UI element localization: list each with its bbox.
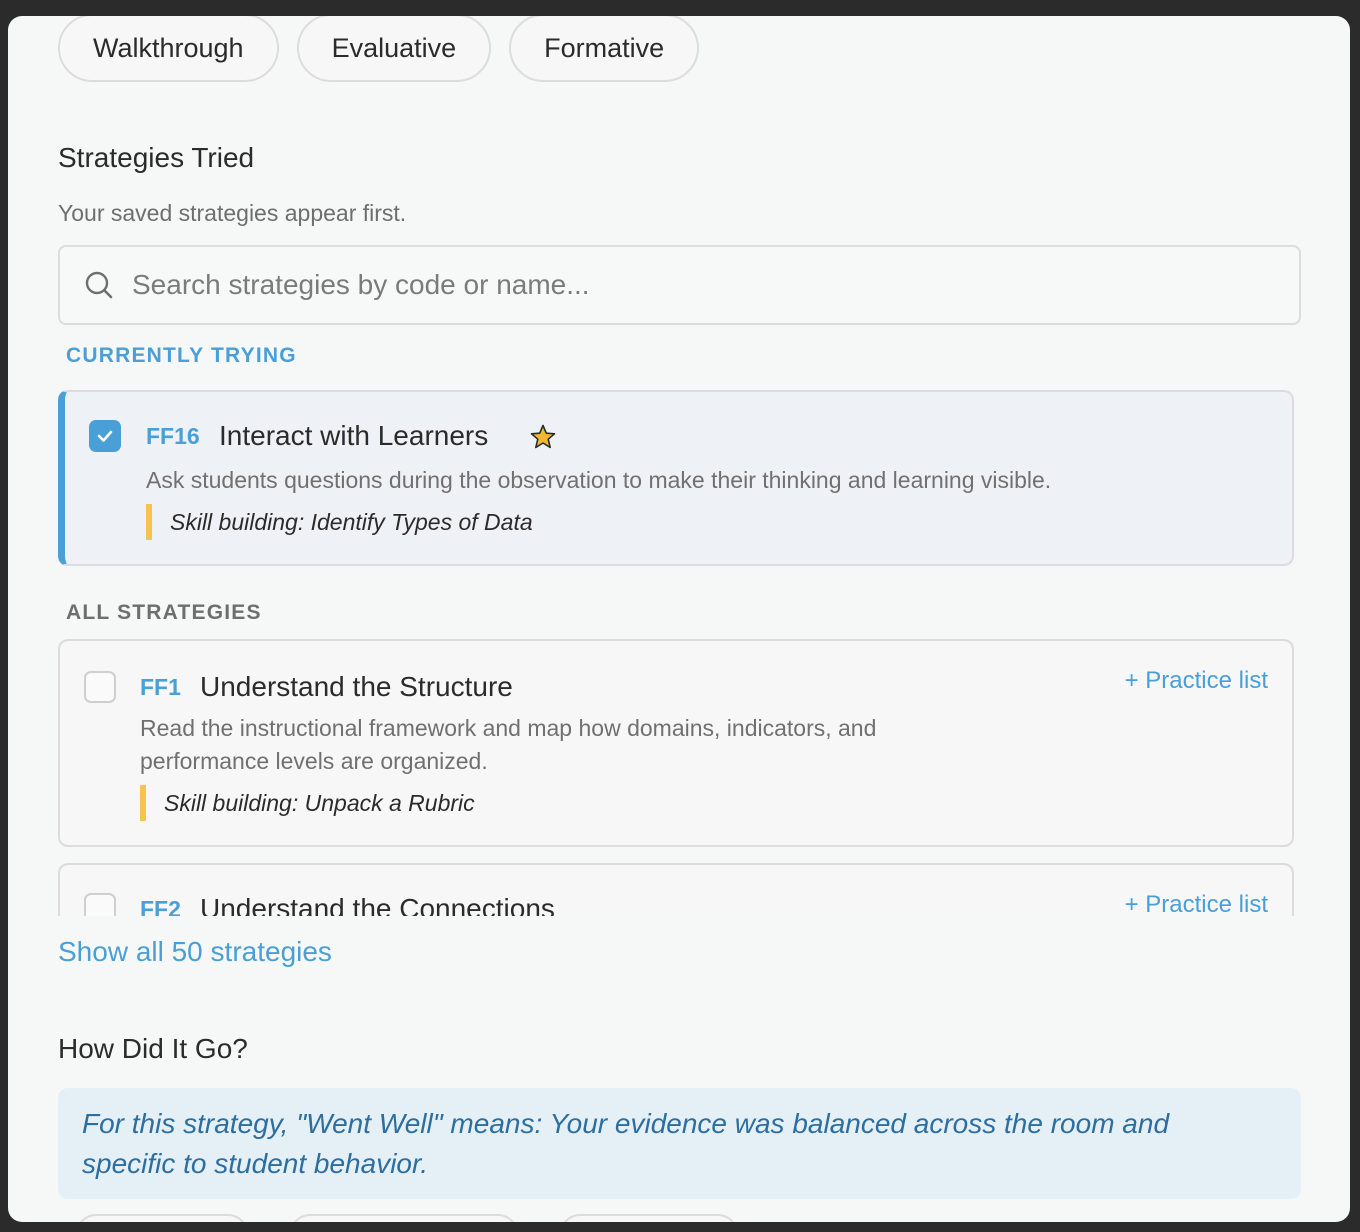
- strategy-card-ff16[interactable]: FF16 Interact with Learners Ask students…: [58, 390, 1294, 566]
- strategy-code: FF1: [140, 674, 181, 700]
- strategy-code: FF16: [146, 423, 200, 449]
- strategy-code: FF2: [140, 896, 181, 916]
- went-well-info-box: For this strategy, "Went Well" means: Yo…: [58, 1088, 1301, 1199]
- rating-option-1[interactable]: [76, 1214, 248, 1222]
- add-to-practice-list-link[interactable]: + Practice list: [1125, 891, 1268, 916]
- info-line-1: For this strategy, "Went Well" means: Yo…: [82, 1108, 1170, 1139]
- checkmark-icon: [97, 430, 113, 442]
- add-to-practice-list-link[interactable]: + Practice list: [1125, 667, 1268, 695]
- all-strategies-label: ALL STRATEGIES: [66, 601, 262, 624]
- strategy-checkbox-ff2[interactable]: [84, 893, 116, 916]
- strategy-card-ff1[interactable]: FF1 Understand the Structure + Practice …: [58, 639, 1294, 847]
- rating-option-2[interactable]: [290, 1214, 518, 1222]
- strategy-modal: Walkthrough Evaluative Formative Strateg…: [8, 16, 1350, 1222]
- strategy-title: Understand the Connections: [200, 893, 555, 916]
- strategy-title: Interact with Learners: [219, 420, 489, 451]
- star-icon[interactable]: [529, 423, 557, 451]
- strategy-list: CURRENTLY TRYING FF16 Interact with Lear…: [58, 16, 1318, 916]
- strategy-description-line1: Read the instructional framework and map…: [140, 715, 877, 741]
- skill-building-note: Skill building: Unpack a Rubric: [140, 785, 475, 821]
- show-all-strategies-link[interactable]: Show all 50 strategies: [58, 936, 332, 968]
- strategy-checkbox-ff16[interactable]: [89, 420, 121, 452]
- currently-trying-label: CURRENTLY TRYING: [66, 344, 297, 367]
- how-did-it-go-heading: How Did It Go?: [58, 1033, 248, 1064]
- strategy-title: Understand the Structure: [200, 671, 513, 702]
- rating-option-3[interactable]: [560, 1214, 738, 1222]
- skill-building-note: Skill building: Identify Types of Data: [146, 504, 533, 540]
- strategy-card-ff2[interactable]: FF2 Understand the Connections + Practic…: [58, 863, 1294, 916]
- info-line-2: specific to student behavior.: [82, 1148, 429, 1179]
- strategy-description: Ask students questions during the observ…: [146, 467, 1052, 493]
- strategy-checkbox-ff1[interactable]: [84, 671, 116, 703]
- strategy-description-line2: performance levels are organized.: [140, 748, 488, 774]
